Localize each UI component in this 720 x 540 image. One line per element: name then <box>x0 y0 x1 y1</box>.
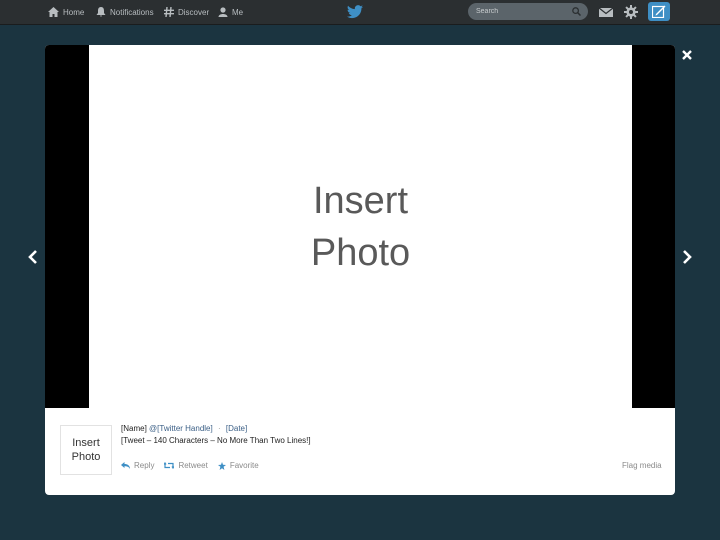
retweet-button[interactable]: Retweet <box>164 461 208 470</box>
media-viewer: Insert Photo <box>45 45 675 408</box>
search-box[interactable] <box>468 3 588 20</box>
media-photo[interactable]: Insert Photo <box>89 45 632 408</box>
retweet-label: Retweet <box>178 461 208 470</box>
nav-notifications[interactable]: Notifications <box>96 0 154 24</box>
search-icon[interactable] <box>572 7 581 16</box>
favorite-button[interactable]: Favorite <box>217 461 259 470</box>
search-input[interactable] <box>476 3 568 20</box>
star-icon <box>217 461 226 470</box>
reply-label: Reply <box>134 461 155 470</box>
reply-icon <box>121 462 130 469</box>
photo-placeholder-text: Insert Photo <box>310 179 411 274</box>
media-modal: Insert Photo Insert Photo [Name] @[Twitt… <box>45 45 675 495</box>
chevron-right-icon[interactable] <box>680 249 694 265</box>
retweet-icon <box>164 462 175 469</box>
tweet-text: [Tweet – 140 Characters – No More Than T… <box>121 436 311 445</box>
person-icon <box>218 7 228 17</box>
tweet-author-name[interactable]: [Name] <box>121 424 147 433</box>
chevron-left-icon[interactable] <box>26 249 40 265</box>
nav-me-label: Me <box>232 7 244 17</box>
tweet-date[interactable]: [Date] <box>226 424 247 433</box>
close-icon[interactable] <box>680 48 694 62</box>
nav-notifications-label: Notifications <box>110 7 154 17</box>
gear-icon[interactable] <box>623 4 639 20</box>
compose-button[interactable] <box>648 2 670 21</box>
hashtag-icon <box>164 7 174 17</box>
compose-icon <box>652 5 666 18</box>
twitter-bird-icon[interactable] <box>347 5 363 19</box>
top-navigation-bar: Home Notifications Discover Me <box>0 0 720 25</box>
nav-discover[interactable]: Discover <box>164 0 209 24</box>
nav-me[interactable]: Me <box>218 0 243 24</box>
nav-discover-label: Discover <box>178 7 210 17</box>
nav-home[interactable]: Home <box>48 0 84 24</box>
avatar[interactable]: Insert Photo <box>60 425 112 475</box>
avatar-placeholder-text: Insert Photo <box>71 437 101 463</box>
favorite-label: Favorite <box>229 461 259 470</box>
tweet-header: [Name] @[Twitter Handle] · [Date] <box>121 424 247 433</box>
nav-home-label: Home <box>63 7 85 17</box>
home-icon <box>48 7 59 17</box>
tweet-separator: · <box>217 424 221 433</box>
tweet-author-handle[interactable]: @[Twitter Handle] <box>149 424 213 433</box>
reply-button[interactable]: Reply <box>121 461 154 470</box>
flag-media-link[interactable]: Flag media <box>622 461 662 470</box>
tweet-actions: Reply Retweet Favorite <box>121 461 269 470</box>
bell-icon <box>96 7 106 17</box>
envelope-icon[interactable] <box>598 4 614 20</box>
